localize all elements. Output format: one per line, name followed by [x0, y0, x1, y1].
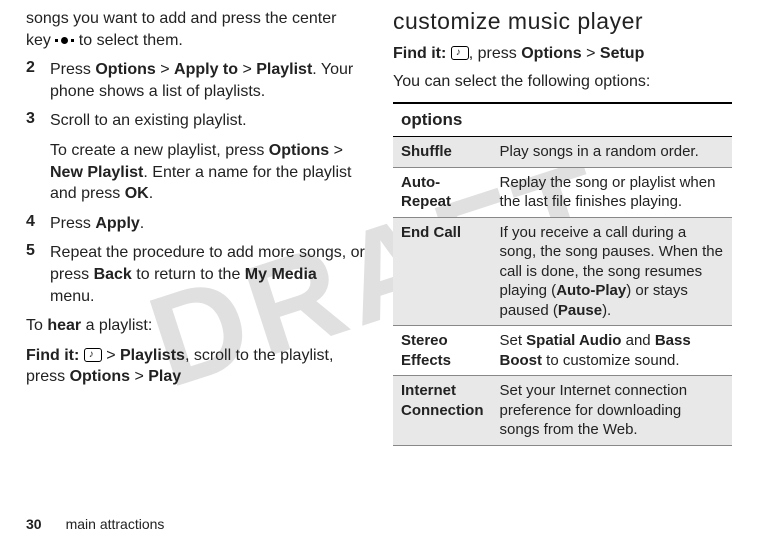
options-label: Options: [95, 61, 155, 78]
t: a playlist:: [81, 317, 152, 334]
t: .: [140, 215, 144, 232]
step-3: 3 Scroll to an existing playlist. To cre…: [26, 110, 365, 204]
table-row: Internet Connection Set your Internet co…: [393, 376, 732, 446]
step-number-4: 4: [26, 213, 40, 235]
find-it-right: Find it: , press Options > Setup: [393, 43, 732, 65]
t: to return to the: [132, 266, 245, 283]
section-title: customize music player: [393, 8, 732, 35]
find-it-label: Find it:: [26, 347, 84, 364]
apply-to-label: Apply to: [174, 61, 238, 78]
my-media-label: My Media: [245, 266, 317, 283]
t: To: [26, 317, 47, 334]
opt-stereo-effects: Stereo Effects: [393, 326, 491, 376]
opt-auto-repeat-desc: Replay the song or playlist when the las…: [491, 167, 732, 217]
opt-stereo-effects-desc: Set Spatial Audio and Bass Boost to cust…: [491, 326, 732, 376]
pause-label: Pause: [558, 302, 602, 319]
right-column: customize music player Find it: , press …: [393, 8, 732, 446]
hear-bold: hear: [47, 317, 81, 334]
auto-play-label: Auto-Play: [556, 282, 626, 299]
spatial-audio-label: Spatial Audio: [526, 332, 621, 349]
opt-end-call-desc: If you receive a call during a song, the…: [491, 217, 732, 326]
t: to customize sound.: [542, 352, 680, 369]
step-3-sub: To create a new playlist, press Options …: [50, 140, 365, 205]
step-4-body: Press Apply.: [50, 213, 365, 235]
step-4: 4 Press Apply.: [26, 213, 365, 235]
select-options-text: You can select the following options:: [393, 71, 732, 93]
play-label: Play: [148, 368, 181, 385]
new-playlist-label: New Playlist: [50, 164, 143, 181]
section-name: main attractions: [66, 516, 165, 532]
t: and: [621, 332, 654, 349]
t: Scroll to an existing playlist.: [50, 112, 247, 129]
table-row: End Call If you receive a call during a …: [393, 217, 732, 326]
setup-label: Setup: [600, 45, 644, 62]
find-it-left: Find it: > Playlists, scroll to the play…: [26, 345, 365, 388]
step-2-body: Press Options > Apply to > Playlist. You…: [50, 59, 365, 102]
table-row: Auto-Repeat Replay the song or playlist …: [393, 167, 732, 217]
t: Press: [50, 215, 95, 232]
t: >: [329, 142, 343, 159]
back-label: Back: [94, 266, 132, 283]
ok-label: OK: [125, 185, 149, 202]
apply-label: Apply: [95, 215, 139, 232]
playlists-label: Playlists: [120, 347, 185, 364]
opt-internet-connection: Internet Connection: [393, 376, 491, 446]
music-key-icon: [84, 348, 102, 362]
options-table: options Shuffle Play songs in a random o…: [393, 102, 732, 446]
opt-shuffle: Shuffle: [393, 137, 491, 168]
t: , press: [469, 45, 521, 62]
t: Press: [50, 61, 95, 78]
step-3-body: Scroll to an existing playlist. To creat…: [50, 110, 365, 204]
t: Set: [499, 332, 526, 349]
center-key-icon: [55, 32, 74, 49]
playlist-label: Playlist: [256, 61, 312, 78]
t: >: [130, 368, 148, 385]
options-header: options: [393, 103, 732, 137]
step-number-2: 2: [26, 59, 40, 102]
music-key-icon: [451, 46, 469, 60]
opt-auto-repeat: Auto-Repeat: [393, 167, 491, 217]
t: menu.: [50, 288, 94, 305]
t: >: [156, 61, 174, 78]
step-5: 5 Repeat the procedure to add more songs…: [26, 242, 365, 307]
options-label: Options: [70, 368, 130, 385]
step-2: 2 Press Options > Apply to > Playlist. Y…: [26, 59, 365, 102]
opt-shuffle-desc: Play songs in a random order.: [491, 137, 732, 168]
step-number-3: 3: [26, 110, 40, 204]
table-row: Stereo Effects Set Spatial Audio and Bas…: [393, 326, 732, 376]
options-label: Options: [269, 142, 329, 159]
hear-playlist-text: To hear a playlist:: [26, 315, 365, 337]
t: To create a new playlist, press: [50, 142, 269, 159]
page-number: 30: [26, 516, 42, 532]
t: >: [238, 61, 256, 78]
t: >: [102, 347, 120, 364]
table-row: Shuffle Play songs in a random order.: [393, 137, 732, 168]
t: >: [582, 45, 600, 62]
intro-paragraph: songs you want to add and press the cent…: [26, 8, 365, 51]
intro-text-2: to select them.: [74, 32, 183, 49]
opt-end-call: End Call: [393, 217, 491, 326]
t: .: [149, 185, 153, 202]
opt-internet-connection-desc: Set your Internet connection preference …: [491, 376, 732, 446]
step-number-5: 5: [26, 242, 40, 307]
step-5-body: Repeat the procedure to add more songs, …: [50, 242, 365, 307]
find-it-label: Find it:: [393, 45, 451, 62]
t: ).: [602, 302, 611, 319]
options-label: Options: [521, 45, 581, 62]
page-footer: 30 main attractions: [26, 516, 164, 532]
left-column: songs you want to add and press the cent…: [26, 8, 365, 446]
